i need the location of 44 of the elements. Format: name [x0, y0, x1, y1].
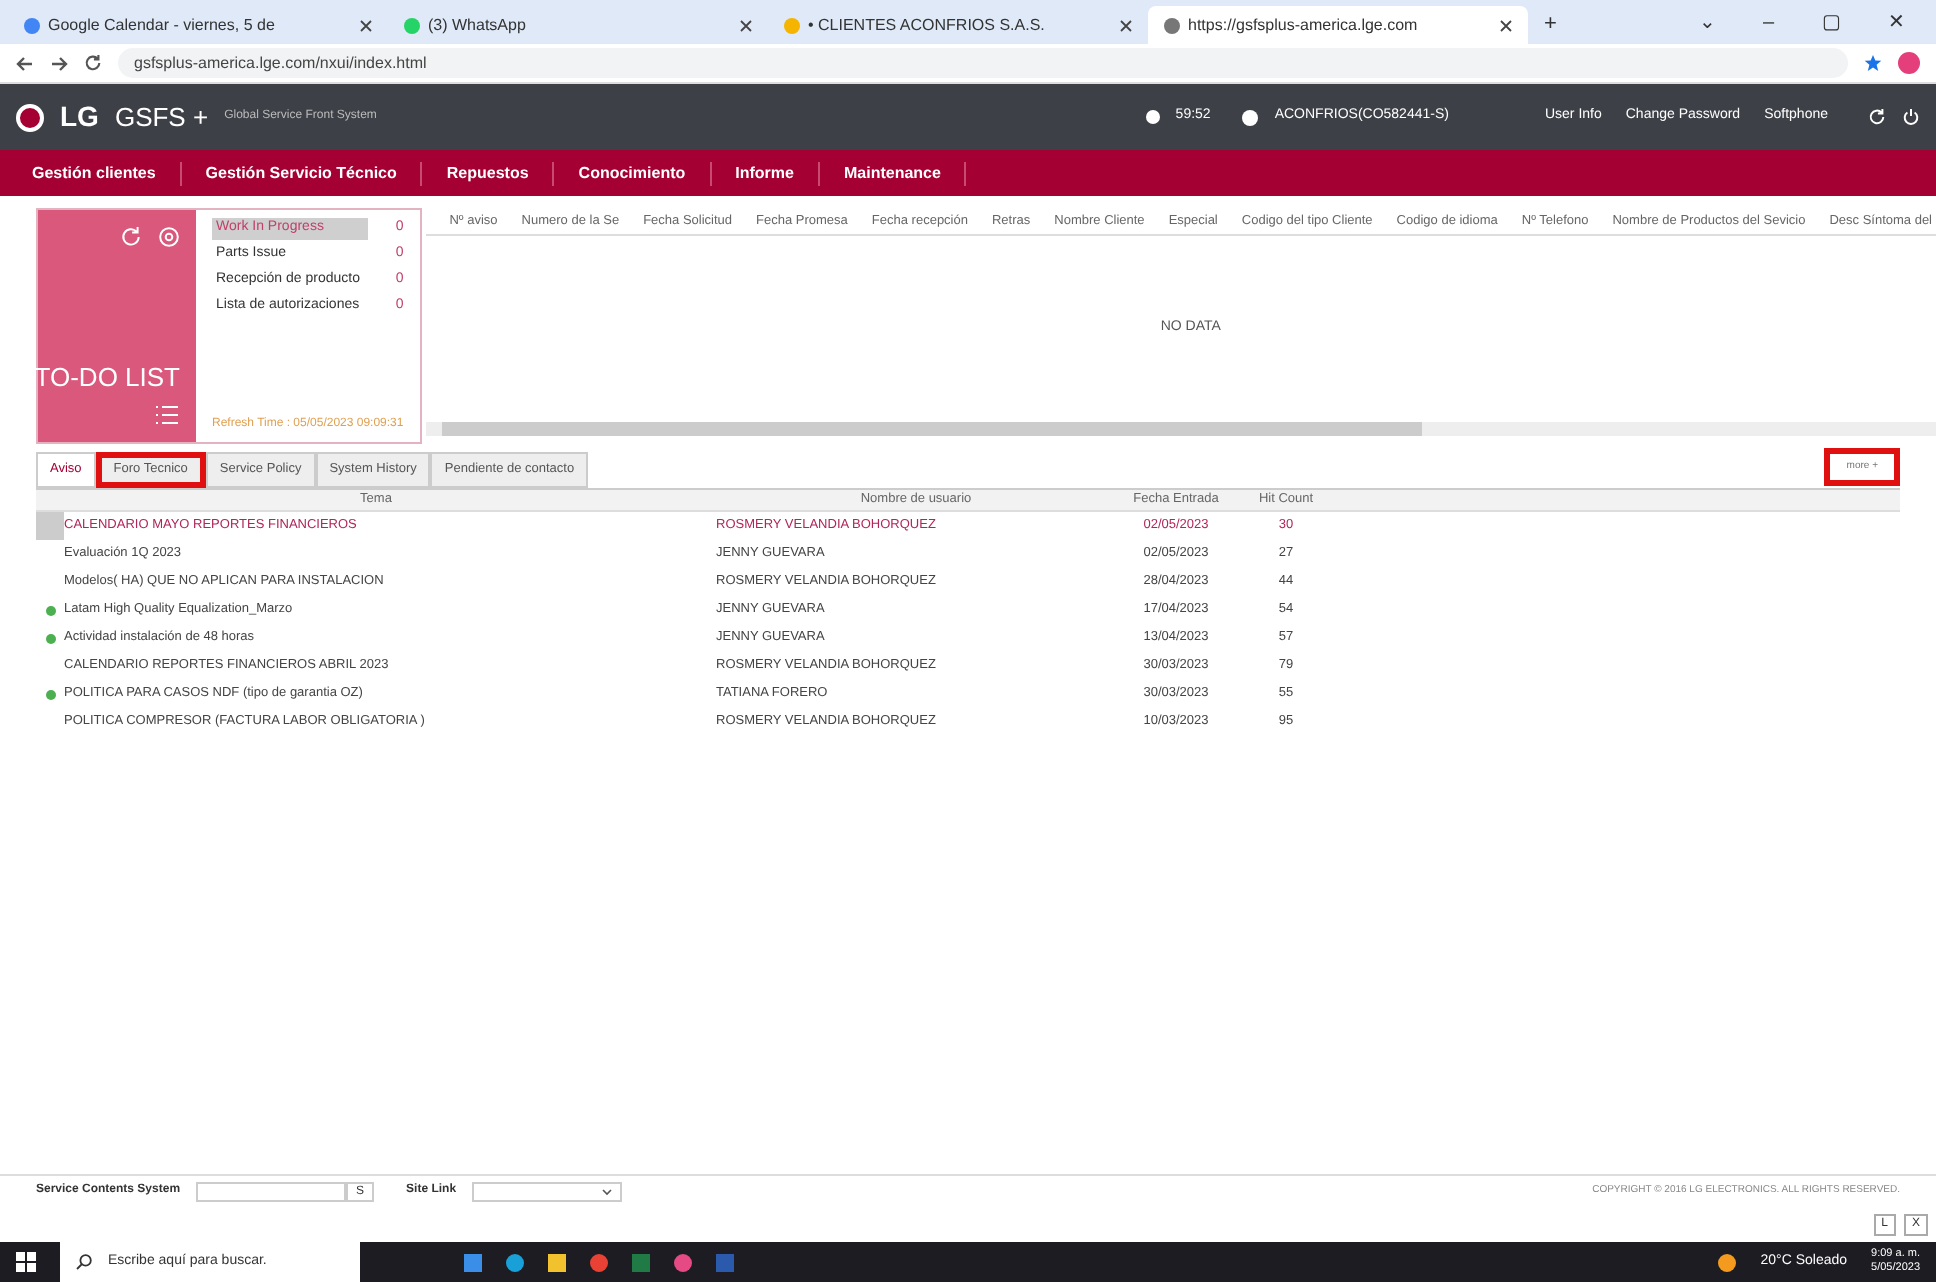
menu-item[interactable]: Maintenance	[819, 161, 967, 185]
forward-arrow-icon[interactable]	[50, 55, 68, 71]
logo-icon	[16, 103, 44, 131]
address-bar[interactable]: gsfsplus-america.lge.com/nxui/index.html	[118, 48, 1848, 78]
browser-tab[interactable]: • CLIENTES ACONFRIOS S.A.S.	[768, 6, 1148, 44]
close-icon[interactable]	[1120, 19, 1132, 31]
search-icon	[76, 1254, 92, 1270]
windows-start-icon[interactable]	[16, 1252, 36, 1272]
window-control-button[interactable]: ⌄	[1674, 8, 1739, 38]
menu-item[interactable]: Informe	[711, 161, 820, 185]
window-control-button[interactable]: ▢	[1798, 8, 1864, 38]
product-title: GSFS +	[114, 99, 209, 136]
close-icon[interactable]	[360, 19, 372, 31]
tab-favicon-icon	[404, 17, 420, 33]
browser-tab[interactable]: Google Calendar - viernes, 5 de	[8, 6, 388, 44]
menu-item[interactable]: Gestión clientes	[8, 161, 182, 185]
window-control-button[interactable]: ✕	[1864, 8, 1928, 38]
star-icon[interactable]	[1864, 54, 1882, 72]
service-input[interactable]	[196, 1181, 347, 1201]
list-icon[interactable]	[154, 404, 180, 426]
menu-item[interactable]: Conocimiento	[554, 161, 712, 185]
tab-favicon-icon	[1164, 17, 1180, 33]
tab-favicon-icon	[784, 17, 800, 33]
settings-icon[interactable]	[158, 226, 180, 248]
logo-text: LG	[60, 98, 99, 136]
menu-item[interactable]: Repuestos	[422, 161, 555, 185]
close-icon[interactable]	[740, 19, 752, 31]
menu-item[interactable]: Gestión Servicio Técnico	[181, 161, 423, 185]
tab-favicon-icon	[24, 17, 40, 33]
weather-icon	[1718, 1253, 1737, 1271]
horizontal-scrollbar[interactable]	[425, 422, 1936, 436]
profile-avatar[interactable]	[1898, 52, 1920, 74]
back-arrow-icon[interactable]	[16, 55, 34, 71]
taskbar-app-icons[interactable]	[464, 1253, 734, 1271]
todo-title: TO-DO LIST	[34, 359, 180, 395]
power-icon[interactable]	[1902, 108, 1920, 126]
browser-tab[interactable]: https://gsfsplus-america.lge.com	[1148, 6, 1528, 44]
window-control-button[interactable]: –	[1738, 8, 1798, 38]
close-icon[interactable]	[1500, 19, 1512, 31]
reload-icon[interactable]	[84, 54, 102, 72]
caret-icon[interactable]	[602, 1187, 613, 1195]
browser-tab[interactable]: (3) WhatsApp	[388, 6, 768, 44]
new-tab-button[interactable]: +	[1528, 7, 1573, 40]
refresh-icon[interactable]	[1868, 108, 1886, 126]
